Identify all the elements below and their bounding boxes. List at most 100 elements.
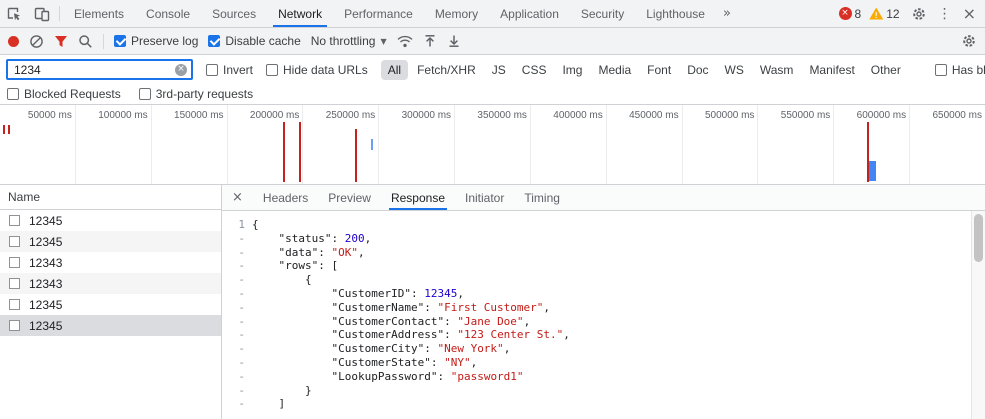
blocked-cookies-checkbox-group[interactable]: Has blocked cookies (935, 63, 985, 77)
device-toolbar-button[interactable] (28, 0, 56, 27)
tab-sources[interactable]: Sources (201, 0, 267, 27)
gear-icon (961, 33, 977, 49)
close-details-button[interactable]: × (222, 185, 253, 210)
disable-cache-label: Disable cache (225, 34, 300, 48)
filter-type-font[interactable]: Font (640, 60, 678, 80)
disable-cache-checkbox[interactable] (208, 35, 220, 47)
table-row[interactable]: 12343 (0, 252, 221, 273)
filter-input[interactable] (12, 62, 171, 78)
tab-preview[interactable]: Preview (318, 185, 381, 210)
filter-type-wasm[interactable]: Wasm (753, 60, 801, 80)
timeline-tick-label: 350000 ms (477, 110, 526, 121)
tab-lighthouse[interactable]: Lighthouse (635, 0, 716, 27)
timeline-column: 350000 ms (455, 105, 531, 184)
third-party-checkbox[interactable] (139, 88, 151, 100)
timeline-tick-label: 550000 ms (781, 110, 830, 121)
table-row[interactable]: 12343 (0, 273, 221, 294)
row-checkbox[interactable] (9, 278, 20, 289)
export-har-button[interactable] (447, 34, 461, 48)
inspect-element-button[interactable] (0, 0, 28, 27)
table-row[interactable]: 12345 (0, 294, 221, 315)
timeline-tick-label: 100000 ms (98, 110, 147, 121)
name-column-header[interactable]: Name (0, 185, 221, 210)
preserve-log-label: Preserve log (131, 34, 198, 48)
filter-type-manifest[interactable]: Manifest (802, 60, 861, 80)
tab-application[interactable]: Application (489, 0, 570, 27)
close-devtools-button[interactable]: × (963, 4, 976, 23)
filter-type-ws[interactable]: WS (718, 60, 751, 80)
invert-checkbox[interactable] (206, 64, 218, 76)
filter-type-all[interactable]: All (381, 60, 408, 80)
import-har-button[interactable] (423, 34, 437, 48)
third-party-checkbox-group[interactable]: 3rd-party requests (139, 87, 253, 101)
invert-checkbox-group[interactable]: Invert (206, 63, 253, 77)
tab-initiator[interactable]: Initiator (455, 185, 514, 210)
timeline-column: 50000 ms (0, 105, 76, 184)
throttling-dropdown[interactable]: No throttling ▼ (311, 34, 387, 48)
funnel-icon (54, 35, 68, 48)
clear-icon (29, 34, 44, 49)
code-text: "status": 200, (252, 232, 371, 246)
blocked-cookies-checkbox[interactable] (935, 64, 947, 76)
blocked-requests-checkbox-group[interactable]: Blocked Requests (7, 87, 121, 101)
network-conditions-button[interactable] (397, 35, 413, 48)
table-row[interactable]: 12345 (0, 315, 221, 336)
filter-type-doc[interactable]: Doc (680, 60, 715, 80)
clear-filter-icon[interactable]: × (175, 64, 187, 76)
response-viewer[interactable]: 1{- "status": 200,- "data": "OK",- "rows… (222, 211, 985, 419)
search-button[interactable] (78, 34, 93, 49)
row-checkbox[interactable] (9, 215, 20, 226)
tab-network[interactable]: Network (267, 0, 333, 27)
row-checkbox[interactable] (9, 299, 20, 310)
table-row[interactable]: 12345 (0, 231, 221, 252)
request-name: 12343 (29, 277, 62, 291)
filter-type-fetch-xhr[interactable]: Fetch/XHR (410, 60, 483, 80)
hide-data-urls-checkbox-group[interactable]: Hide data URLs (266, 63, 368, 77)
row-checkbox[interactable] (9, 236, 20, 247)
hide-data-urls-checkbox[interactable] (266, 64, 278, 76)
row-checkbox[interactable] (9, 257, 20, 268)
tab-console[interactable]: Console (135, 0, 201, 27)
timeline-column: 500000 ms (683, 105, 759, 184)
invert-label: Invert (223, 63, 253, 77)
filter-type-media[interactable]: Media (591, 60, 638, 80)
line-gutter: - (222, 342, 252, 356)
clear-button[interactable] (29, 34, 44, 49)
row-checkbox[interactable] (9, 320, 20, 331)
more-options-button[interactable]: ⋮ (938, 6, 952, 22)
vertical-scrollbar[interactable] (971, 211, 985, 419)
tab-elements[interactable]: Elements (63, 0, 135, 27)
filter-type-css[interactable]: CSS (515, 60, 554, 80)
tab-performance[interactable]: Performance (333, 0, 424, 27)
tab-timing[interactable]: Timing (514, 185, 570, 210)
code-line: - ] (222, 397, 985, 411)
timeline-overview-pane[interactable]: 50000 ms100000 ms150000 ms200000 ms25000… (0, 105, 985, 185)
record-button[interactable] (8, 36, 19, 47)
timeline-tick-label: 200000 ms (250, 110, 299, 121)
preserve-log-checkbox[interactable] (114, 35, 126, 47)
network-settings-button[interactable] (961, 33, 977, 49)
preserve-log-checkbox-group[interactable]: Preserve log (114, 34, 198, 48)
filter-type-img[interactable]: Img (555, 60, 589, 80)
filter-toggle-button[interactable] (54, 35, 68, 48)
table-row[interactable]: 12345 (0, 210, 221, 231)
blocked-requests-checkbox[interactable] (7, 88, 19, 100)
console-status-badge[interactable]: × 8 ! 12 (839, 7, 900, 21)
main-tabbar: ElementsConsoleSourcesNetworkPerformance… (0, 0, 985, 28)
tab-headers[interactable]: Headers (253, 185, 318, 210)
tab-memory[interactable]: Memory (424, 0, 489, 27)
resource-type-filters: AllFetch/XHRJSCSSImgMediaFontDocWSWasmMa… (381, 60, 908, 80)
disable-cache-checkbox-group[interactable]: Disable cache (208, 34, 300, 48)
filter-type-other[interactable]: Other (864, 60, 908, 80)
tab-response[interactable]: Response (381, 185, 455, 210)
throttling-value: No throttling (311, 34, 376, 48)
timeline-column: 300000 ms (379, 105, 455, 184)
timeline-column: 600000 ms (834, 105, 910, 184)
settings-button[interactable] (911, 6, 927, 22)
hide-data-urls-label: Hide data URLs (283, 63, 368, 77)
line-gutter: 1 (222, 218, 252, 232)
tab-security[interactable]: Security (570, 0, 635, 27)
filter-type-js[interactable]: JS (485, 60, 513, 80)
more-tabs-button[interactable]: » (716, 0, 738, 27)
scrollbar-thumb[interactable] (974, 214, 983, 262)
